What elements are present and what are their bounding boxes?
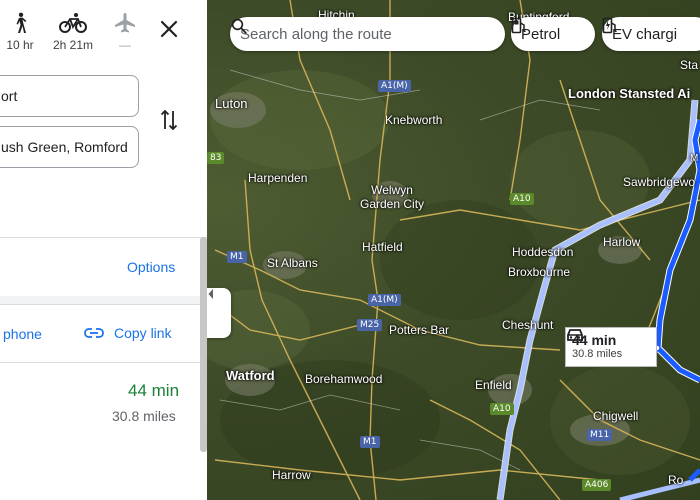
place-label: St Albans — [267, 256, 318, 270]
mode-duration: 2h 21m — [52, 38, 94, 52]
place-label: Hatfield — [362, 240, 403, 254]
place-label: Broxbourne — [508, 265, 571, 279]
mode-duration: — — [119, 38, 131, 52]
divider — [0, 237, 207, 238]
place-label: Enfield — [475, 378, 512, 392]
road-shield: A10 — [490, 403, 514, 415]
search-icon — [231, 18, 247, 34]
mode-flight[interactable]: — — [110, 12, 140, 52]
place-label: Potters Bar — [389, 323, 450, 337]
copy-link-button[interactable]: Copy link — [84, 325, 172, 341]
road-shield: A406 — [582, 479, 612, 491]
place-label: Borehamwood — [305, 372, 383, 386]
swap-locations-icon[interactable] — [160, 108, 178, 132]
road-shield: A10 — [510, 193, 534, 205]
road-shield: A1(M) — [378, 80, 411, 92]
airplane-icon — [115, 13, 135, 33]
origin-field[interactable]: ort — [0, 75, 139, 117]
callout-distance: 30.8 miles — [572, 348, 623, 360]
panel-scrollbar[interactable] — [200, 237, 207, 452]
place-label: Harlow — [603, 235, 641, 249]
route-distance: 30.8 miles — [112, 408, 176, 424]
place-label: Chigwell — [593, 409, 639, 423]
callout-time: 44 min — [567, 329, 650, 348]
place-label: M — [690, 153, 699, 164]
place-label: London Stansted Ai — [568, 86, 691, 101]
destination-field[interactable]: ush Green, Romford — [0, 126, 139, 168]
place-label: Welwyn Garden City — [360, 183, 425, 211]
place-label: Watford — [226, 368, 275, 383]
section-separator — [0, 296, 207, 304]
divider — [0, 362, 207, 363]
road-shield: 83 — [207, 152, 225, 164]
mode-duration: 10 hr — [6, 38, 34, 52]
route-duration: 44 min — [128, 381, 180, 400]
mode-walking[interactable]: 10 hr — [2, 12, 38, 52]
collapse-panel-button[interactable] — [207, 288, 231, 338]
ev-charging-chip-button[interactable]: EV chargi — [602, 17, 700, 51]
road-shield: M1 — [360, 436, 380, 448]
link-icon — [84, 328, 104, 338]
send-to-phone-button[interactable]: phone — [3, 326, 42, 342]
place-label: Harpenden — [248, 171, 308, 185]
mode-cycling[interactable]: 2h 21m — [50, 12, 96, 52]
ev-charger-icon — [602, 17, 617, 34]
place-label: Hoddesdon — [512, 245, 574, 259]
place-label: Ro — [668, 473, 684, 487]
bicycle-icon — [59, 13, 87, 33]
route-options-button[interactable]: Options — [127, 259, 175, 275]
car-icon — [567, 329, 583, 341]
divider — [0, 304, 207, 305]
route-duration-callout[interactable]: 44 min 30.8 miles — [565, 327, 657, 367]
place-label: Harrow — [272, 468, 311, 482]
place-label: Sta — [680, 58, 699, 72]
place-label: Luton — [215, 96, 248, 111]
road-shield: M25 — [357, 319, 383, 331]
walking-icon — [16, 12, 27, 33]
chip-label: EV chargi — [612, 25, 678, 43]
place-label: Cheshunt — [502, 318, 554, 332]
chevron-left-icon — [208, 289, 213, 299]
close-directions-button[interactable] — [158, 18, 180, 40]
search-along-route-input[interactable]: Search along the route — [230, 17, 505, 51]
road-shield: M11 — [587, 429, 613, 441]
place-label: Sawbridgewo — [623, 175, 696, 189]
road-shield: A1(M) — [368, 294, 401, 306]
place-label: Knebworth — [385, 113, 443, 127]
search-placeholder: Search along the route — [240, 25, 392, 43]
petrol-chip-button[interactable]: Petrol — [511, 17, 595, 51]
road-shield: M1 — [227, 251, 247, 263]
fuel-pump-icon — [511, 17, 526, 34]
directions-panel: 10 hr 2h 21m — ort ush Green, Romford Op… — [0, 0, 207, 500]
